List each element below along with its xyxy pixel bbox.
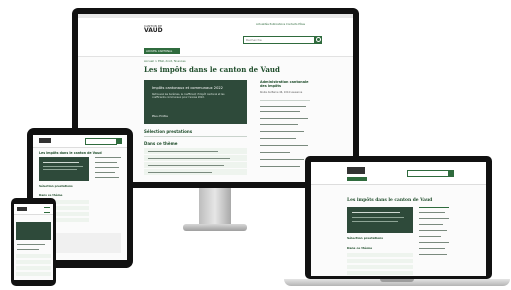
laptop-sidebar-line: [419, 207, 449, 208]
laptop-list-item[interactable]: [347, 265, 413, 269]
sidebar-line: [260, 118, 308, 119]
phone-list-item[interactable]: [16, 266, 51, 270]
page-title: Les impôts dans le canton de Vaud: [144, 65, 280, 74]
laptop-section-title: Sélection prestations: [347, 236, 384, 240]
search-button[interactable]: [314, 36, 322, 44]
panel-link[interactable]: Plus d'infos: [152, 114, 168, 118]
section-title-prestations: Sélection prestations: [144, 129, 193, 134]
laptop-list-item[interactable]: [347, 253, 413, 257]
site-header: CANTON DE VAUD Actualités Publications C…: [78, 18, 353, 57]
list-item[interactable]: [144, 148, 247, 154]
phone-line: [17, 244, 45, 245]
tablet-search-button[interactable]: [116, 138, 122, 144]
laptop-header: [311, 162, 486, 185]
sidebar-line: [260, 124, 298, 125]
laptop-list-item[interactable]: [347, 259, 413, 263]
laptop-sidebar-line: [419, 212, 445, 213]
laptop-search-field[interactable]: [407, 170, 449, 177]
laptop-sidebar-line: [419, 218, 449, 219]
tablet-feature-panel: [39, 157, 89, 181]
laptop-sidebar-line: [419, 236, 441, 237]
divider: [144, 136, 247, 137]
phone-screen: [14, 204, 53, 280]
tablet-page-title: Les impôts dans le canton de Vaud: [39, 151, 102, 155]
feature-panel: Impôts cantonaux et communaux 2022 Retro…: [144, 80, 247, 124]
tablet-sidebar-line: [95, 167, 119, 168]
laptop-section-title-2: Dans ce thème: [347, 246, 373, 250]
laptop-page-title: Les impôts dans le canton de Vaud: [347, 198, 433, 203]
sidebar-line: [260, 152, 290, 153]
search-placeholder: Recherche: [246, 38, 262, 42]
tablet-section-title-2: Dans ce thème: [39, 193, 63, 197]
tablet-sidebar-line: [95, 177, 119, 178]
sidebar-line: [260, 106, 306, 107]
phone-menu-icon[interactable]: [44, 207, 50, 213]
phone-list-item[interactable]: [16, 254, 51, 258]
site-logo: CANTON DE VAUD: [144, 24, 163, 34]
phone-feature-panel: [16, 222, 51, 240]
list-item[interactable]: [144, 169, 247, 175]
nav-label: ACCUEIL CANTONAL: [146, 49, 173, 53]
sidebar-line: [260, 138, 296, 139]
laptop-notch: [380, 279, 414, 282]
tablet-section-title: Sélection prestations: [39, 184, 73, 188]
laptop-sidebar-line: [419, 230, 447, 231]
sidebar-line: [260, 166, 300, 167]
panel-title: Impôts cantonaux et communaux 2022: [152, 86, 223, 90]
monitor-neck: [199, 188, 231, 226]
nav-dropdown[interactable]: ACCUEIL CANTONAL: [144, 48, 180, 54]
sidebar-line: [260, 111, 300, 112]
header-links[interactable]: Actualités Publications Contacts Pôles: [256, 23, 305, 26]
search-field[interactable]: Recherche: [243, 36, 315, 44]
tablet-sidebar-line: [95, 157, 121, 158]
laptop-logo: [347, 167, 365, 174]
sidebar-line: [260, 131, 304, 132]
search-icon: [316, 37, 321, 42]
phone-header: [14, 204, 53, 215]
sidebar-line: [260, 145, 308, 146]
breadcrumb[interactable]: Accueil > Etat, droit, finances: [144, 59, 186, 63]
list-item[interactable]: [144, 155, 247, 161]
laptop-nav-dropdown[interactable]: [347, 177, 367, 181]
sidebar-line: [260, 159, 304, 160]
phone-list-item[interactable]: [16, 272, 51, 276]
phone-logo: [17, 207, 27, 211]
tablet-header: [33, 135, 127, 148]
laptop-sidebar-line: [419, 248, 445, 249]
tablet-sidebar-line: [95, 162, 117, 163]
sidebar-title: Administration cantonale des impôts: [260, 80, 309, 88]
laptop-sidebar-line: [419, 224, 443, 225]
monitor-base: [183, 224, 247, 231]
sidebar-line: [260, 100, 310, 101]
panel-text: Retrouvez les barèmes, le coefficient d'…: [152, 93, 225, 100]
phone-line: [17, 249, 39, 250]
laptop-feature-panel: [347, 207, 413, 233]
tablet-logo: [39, 138, 51, 143]
laptop-sidebar-line: [419, 254, 447, 255]
tablet-sidebar-line: [95, 172, 115, 173]
phone-list-item[interactable]: [16, 260, 51, 264]
section-title-theme: Dans ce thème: [144, 141, 178, 146]
laptop-screen: Les impôts dans le canton de Vaud Sélect…: [311, 162, 486, 276]
laptop-sidebar-line: [419, 242, 449, 243]
sidebar-address: Route de Berne 46, 1014 Lausanne: [260, 91, 303, 94]
laptop-search-button[interactable]: [448, 170, 454, 177]
tablet-search-field[interactable]: [85, 138, 117, 145]
logo-main-text: VAUD: [144, 27, 163, 34]
list-item[interactable]: [144, 162, 247, 168]
laptop-list-item[interactable]: [347, 271, 413, 275]
